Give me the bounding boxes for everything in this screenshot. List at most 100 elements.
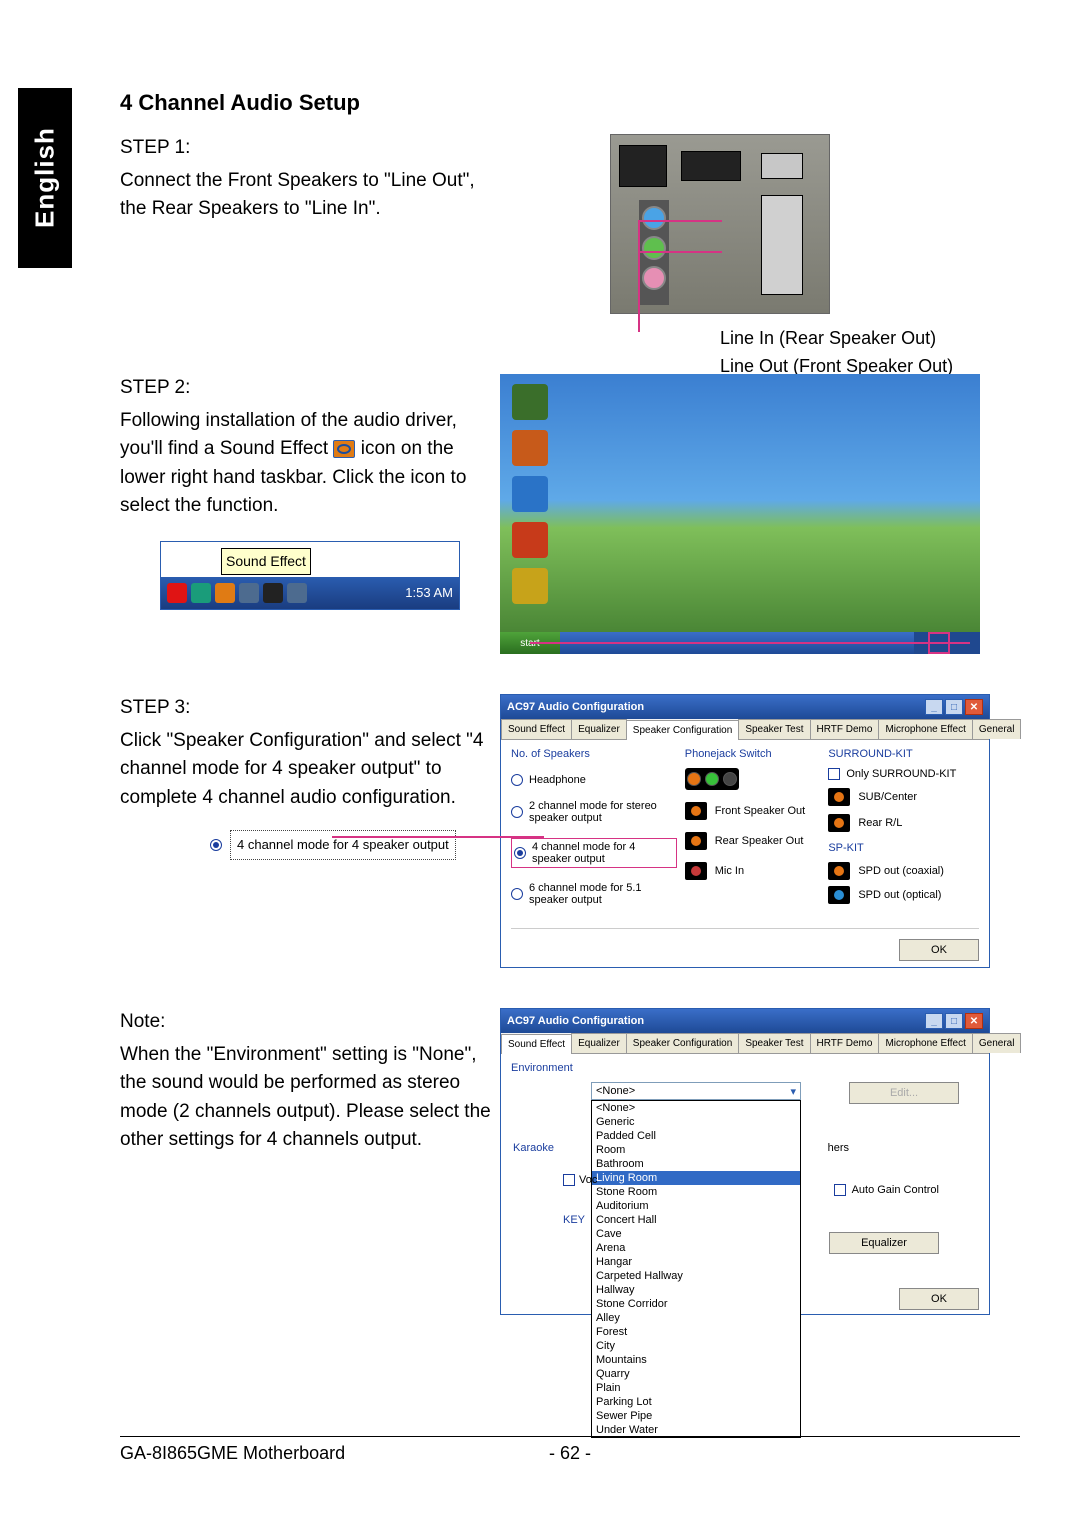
env-option[interactable]: Plain bbox=[592, 1381, 800, 1395]
env-option[interactable]: Parking Lot bbox=[592, 1395, 800, 1409]
page-title: 4 Channel Audio Setup bbox=[120, 90, 1020, 116]
tab-microphone[interactable]: Microphone Effect bbox=[878, 719, 972, 739]
ok-button-2[interactable]: OK bbox=[899, 1288, 979, 1310]
tab-speaker-test[interactable]: Speaker Test bbox=[738, 719, 810, 739]
tab-equalizer[interactable]: Equalizer bbox=[571, 719, 627, 739]
env-option[interactable]: Stone Corridor bbox=[592, 1297, 800, 1311]
tab2-microphone[interactable]: Microphone Effect bbox=[878, 1033, 972, 1053]
step-3-label: STEP 3: bbox=[120, 694, 500, 723]
step-1-label: STEP 1: bbox=[120, 134, 500, 163]
footer-page-number: - 62 - bbox=[549, 1443, 591, 1464]
radio-headphone[interactable]: Headphone bbox=[511, 774, 677, 786]
radio-2ch-label: 2 channel mode for stereo speaker output bbox=[529, 800, 677, 824]
mic-in-label: Mic In bbox=[715, 865, 744, 877]
line-in-jack bbox=[642, 206, 666, 230]
env-option[interactable]: Under Water bbox=[592, 1423, 800, 1437]
env-option[interactable]: <None> bbox=[592, 1101, 800, 1115]
env-option[interactable]: Generic bbox=[592, 1115, 800, 1129]
voc-label: Voc bbox=[579, 1174, 597, 1186]
voc-checkbox[interactable] bbox=[563, 1174, 575, 1186]
tab2-sound-effect[interactable]: Sound Effect bbox=[501, 1034, 572, 1054]
env-option[interactable]: Stone Room bbox=[592, 1185, 800, 1199]
rear-plate bbox=[761, 195, 803, 295]
dialog2-title-bar: AC97 Audio Configuration _ □ ✕ bbox=[501, 1009, 989, 1033]
env-option[interactable]: Sewer Pipe bbox=[592, 1409, 800, 1423]
spd-coax-led bbox=[828, 862, 850, 880]
rear-out-led bbox=[685, 832, 707, 850]
ok-button[interactable]: OK bbox=[899, 939, 979, 961]
maximize-button[interactable]: □ bbox=[945, 699, 963, 715]
tray-icon-2 bbox=[191, 583, 211, 603]
env-option[interactable]: Living Room bbox=[592, 1171, 800, 1185]
env-option[interactable]: Auditorium bbox=[592, 1199, 800, 1213]
tab-hrtf-demo[interactable]: HRTF Demo bbox=[810, 719, 880, 739]
minimize-button-2[interactable]: _ bbox=[925, 1013, 943, 1029]
others-label-fragment: hers bbox=[828, 1142, 849, 1154]
tab-sound-effect[interactable]: Sound Effect bbox=[501, 719, 572, 739]
step-3-text: STEP 3: Click "Speaker Configuration" an… bbox=[120, 694, 500, 968]
speaker-config-dialog: AC97 Audio Configuration _ □ ✕ Sound Eff… bbox=[500, 694, 990, 968]
connector-vline bbox=[638, 220, 640, 332]
auto-gain-label: Auto Gain Control bbox=[852, 1184, 939, 1196]
auto-gain-checkbox[interactable] bbox=[834, 1184, 846, 1196]
io-panel-photo bbox=[610, 134, 830, 314]
note-figure: AC97 Audio Configuration _ □ ✕ Sound Eff… bbox=[500, 1008, 1020, 1315]
sound-effect-tooltip: Sound Effect bbox=[221, 548, 311, 575]
dialog-title-bar: AC97 Audio Configuration _ □ ✕ bbox=[501, 695, 989, 719]
env-option[interactable]: Forest bbox=[592, 1325, 800, 1339]
env-option[interactable]: Bathroom bbox=[592, 1157, 800, 1171]
radio-6ch[interactable]: 6 channel mode for 5.1 speaker output bbox=[511, 882, 677, 906]
tab2-general[interactable]: General bbox=[972, 1033, 1022, 1053]
tray-icon-5 bbox=[263, 583, 283, 603]
note-section: Note: When the "Environment" setting is … bbox=[120, 1008, 1020, 1315]
dialog2-tabs: Sound Effect Equalizer Speaker Configura… bbox=[501, 1033, 989, 1054]
dialog-tabs: Sound Effect Equalizer Speaker Configura… bbox=[501, 719, 989, 740]
only-surround-checkbox[interactable] bbox=[828, 768, 840, 780]
environment-select[interactable]: <None> ▾ bbox=[591, 1082, 801, 1100]
environment-dropdown-list[interactable]: <None>GenericPadded CellRoomBathroomLivi… bbox=[591, 1100, 801, 1438]
desktop-icon-1 bbox=[512, 384, 548, 420]
ps2-port bbox=[619, 145, 667, 187]
taskbar-clock: 1:53 AM bbox=[405, 583, 453, 603]
maximize-button-2[interactable]: □ bbox=[945, 1013, 963, 1029]
env-option[interactable]: Hangar bbox=[592, 1255, 800, 1269]
close-button[interactable]: ✕ bbox=[965, 699, 983, 715]
tab2-hrtf-demo[interactable]: HRTF Demo bbox=[810, 1033, 880, 1053]
radio-6ch-label: 6 channel mode for 5.1 speaker output bbox=[529, 882, 677, 906]
minimize-button[interactable]: _ bbox=[925, 699, 943, 715]
equalizer-button[interactable]: Equalizer bbox=[829, 1232, 939, 1254]
env-option[interactable]: Cave bbox=[592, 1227, 800, 1241]
tab2-speaker-config[interactable]: Speaker Configuration bbox=[626, 1033, 740, 1053]
sub-center-label: SUB/Center bbox=[858, 791, 917, 803]
env-option[interactable]: Arena bbox=[592, 1241, 800, 1255]
radio-4ch-label: 4 channel mode for 4 speaker output bbox=[532, 841, 674, 865]
env-option[interactable]: Quarry bbox=[592, 1367, 800, 1381]
spd-opt-label: SPD out (optical) bbox=[858, 889, 941, 901]
radio-2ch[interactable]: 2 channel mode for stereo speaker output bbox=[511, 800, 677, 824]
env-option[interactable]: Concert Hall bbox=[592, 1213, 800, 1227]
tray-icon-1 bbox=[167, 583, 187, 603]
connector-line-line-out bbox=[638, 251, 722, 253]
env-option[interactable]: Carpeted Hallway bbox=[592, 1269, 800, 1283]
note-body: When the "Environment" setting is "None"… bbox=[120, 1041, 500, 1155]
env-option[interactable]: Room bbox=[592, 1143, 800, 1157]
callout-box: 4 channel mode for 4 speaker output bbox=[230, 830, 456, 860]
taskbar-screenshot: Sound Effect 1:53 AM bbox=[160, 541, 460, 610]
edit-button[interactable]: Edit... bbox=[849, 1082, 959, 1104]
tab2-equalizer[interactable]: Equalizer bbox=[571, 1033, 627, 1053]
radio-4ch[interactable]: 4 channel mode for 4 speaker output bbox=[511, 838, 677, 868]
close-button-2[interactable]: ✕ bbox=[965, 1013, 983, 1029]
tab2-speaker-test[interactable]: Speaker Test bbox=[738, 1033, 810, 1053]
env-option[interactable]: Padded Cell bbox=[592, 1129, 800, 1143]
connector-line-line-in bbox=[638, 220, 722, 222]
env-option[interactable]: Mountains bbox=[592, 1353, 800, 1367]
tray-icon-4 bbox=[239, 583, 259, 603]
line-out-jack bbox=[642, 236, 666, 260]
env-option[interactable]: City bbox=[592, 1339, 800, 1353]
tab-speaker-config[interactable]: Speaker Configuration bbox=[626, 720, 740, 740]
step-2: STEP 2: Following installation of the au… bbox=[120, 374, 1020, 654]
env-option[interactable]: Alley bbox=[592, 1311, 800, 1325]
tray-sound-icon[interactable] bbox=[215, 583, 235, 603]
tab-general[interactable]: General bbox=[972, 719, 1022, 739]
env-option[interactable]: Hallway bbox=[592, 1283, 800, 1297]
